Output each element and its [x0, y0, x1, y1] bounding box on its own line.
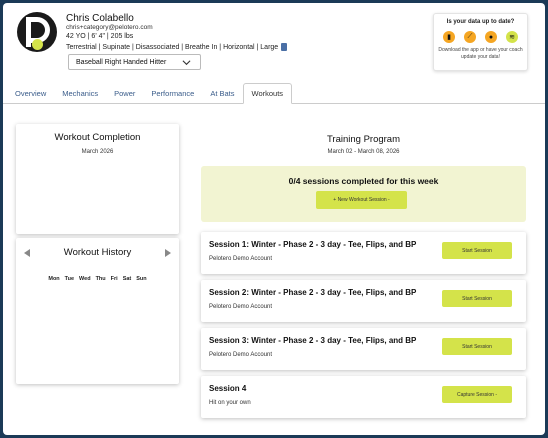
- weekday-sun: Sun: [136, 276, 147, 282]
- weekday-thu: Thu: [95, 276, 106, 282]
- tab-workouts[interactable]: Workouts: [242, 83, 293, 104]
- tab-power[interactable]: Power: [106, 83, 143, 103]
- weekly-summary-text: 0/4 sessions completed for this week: [288, 176, 439, 186]
- ball-icon: ●: [485, 31, 497, 43]
- session-subtitle: Hit on your own: [209, 400, 251, 406]
- capture-session-button[interactable]: Capture Session -: [442, 386, 512, 403]
- session-card: Session 2: Winter - Phase 2 - 3 day - Te…: [201, 280, 526, 322]
- wifi-icon: ≋: [506, 31, 518, 43]
- session-subtitle: Pelotero Demo Account: [209, 256, 273, 262]
- session-title: Session 3: Winter - Phase 2 - 3 day - Te…: [209, 336, 417, 345]
- workout-completion-month: March 2026: [81, 149, 114, 155]
- session-title: Session 1: Winter - Phase 2 - 3 day - Te…: [209, 240, 417, 249]
- chevron-down-icon: [182, 60, 191, 66]
- document-icon[interactable]: [281, 43, 288, 51]
- workout-history-card: Workout History Mon Tue Wed Thu Fri Sat Sun: [16, 238, 179, 384]
- profile-header: Chris Colabello chris+category@pelotero.…: [3, 3, 545, 83]
- hitter-type-select[interactable]: Baseball Right Handed Hitter: [68, 54, 201, 70]
- weekday-mon: Mon: [48, 276, 60, 282]
- tab-mechanics[interactable]: Mechanics: [54, 83, 106, 103]
- hitter-type-value: Baseball Right Handed Hitter: [76, 58, 167, 66]
- session-card: Session 4 Hit on your own Capture Session …: [201, 376, 526, 418]
- workout-completion-title: Workout Completion: [54, 132, 141, 143]
- session-subtitle: Pelotero Demo Account: [209, 352, 273, 358]
- session-card: Session 3: Winter - Phase 2 - 3 day - Te…: [201, 328, 526, 370]
- tab-performance[interactable]: Performance: [143, 83, 202, 103]
- data-update-box: Is your data up to date? ▮ ⟋ ● ≋ Download t…: [433, 13, 528, 71]
- player-email: chris+category@pelotero.com: [66, 24, 153, 31]
- update-icons: ▮ ⟋ ● ≋: [434, 31, 527, 43]
- app-window: Chris Colabello chris+category@pelotero.…: [3, 3, 545, 435]
- training-program-title: Training Program: [326, 134, 401, 145]
- tab-bar: Overview Mechanics Power Performance At Bats…: [3, 83, 545, 104]
- workout-completion-card: Workout Completion March 2026: [16, 124, 179, 234]
- start-session-button[interactable]: Start Session: [442, 242, 512, 259]
- session-title: Session 2: Winter - Phase 2 - 3 day - Te…: [209, 288, 417, 297]
- update-box-title: Is your data up to date?: [446, 19, 515, 25]
- session-subtitle: Pelotero Demo Account: [209, 304, 273, 310]
- weekday-sat: Sat: [122, 276, 132, 282]
- start-session-button[interactable]: Start Session: [442, 290, 512, 307]
- traits-text: Terrestrial | Supinate | Disassociated |…: [66, 43, 279, 51]
- tab-overview[interactable]: Overview: [7, 83, 54, 103]
- player-name: Chris Colabello: [66, 13, 134, 24]
- previous-arrow-icon[interactable]: [24, 248, 30, 257]
- next-arrow-icon[interactable]: [165, 248, 171, 257]
- camera-icon: ▮: [443, 31, 455, 43]
- weekday-tue: Tue: [64, 276, 75, 282]
- new-workout-session-button[interactable]: + New Workout Session -: [316, 191, 407, 209]
- update-box-description: Download the app or have your coach upda…: [438, 47, 523, 60]
- weekly-summary: 0/4 sessions completed for this week + N…: [201, 166, 526, 222]
- session-card: Session 1: Winter - Phase 2 - 3 day - Te…: [201, 232, 526, 274]
- player-stats: 42 YO | 6' 4" | 205 lbs: [66, 33, 134, 40]
- player-traits: Terrestrial | Supinate | Disassociated |…: [66, 43, 288, 51]
- tab-at-bats[interactable]: At Bats: [202, 83, 242, 103]
- weekday-header: Mon Tue Wed Thu Fri Sat Sun: [16, 276, 179, 282]
- workout-history-title: Workout History: [63, 247, 132, 258]
- start-session-button[interactable]: Start Session: [442, 338, 512, 355]
- bat-icon: ⟋: [464, 31, 476, 43]
- pelotero-logo-icon: [17, 12, 57, 52]
- training-program-range: March 02 - March 08, 2026: [327, 149, 400, 155]
- weekday-fri: Fri: [110, 276, 118, 282]
- weekday-wed: Wed: [79, 276, 91, 282]
- session-title: Session 4: [209, 384, 247, 393]
